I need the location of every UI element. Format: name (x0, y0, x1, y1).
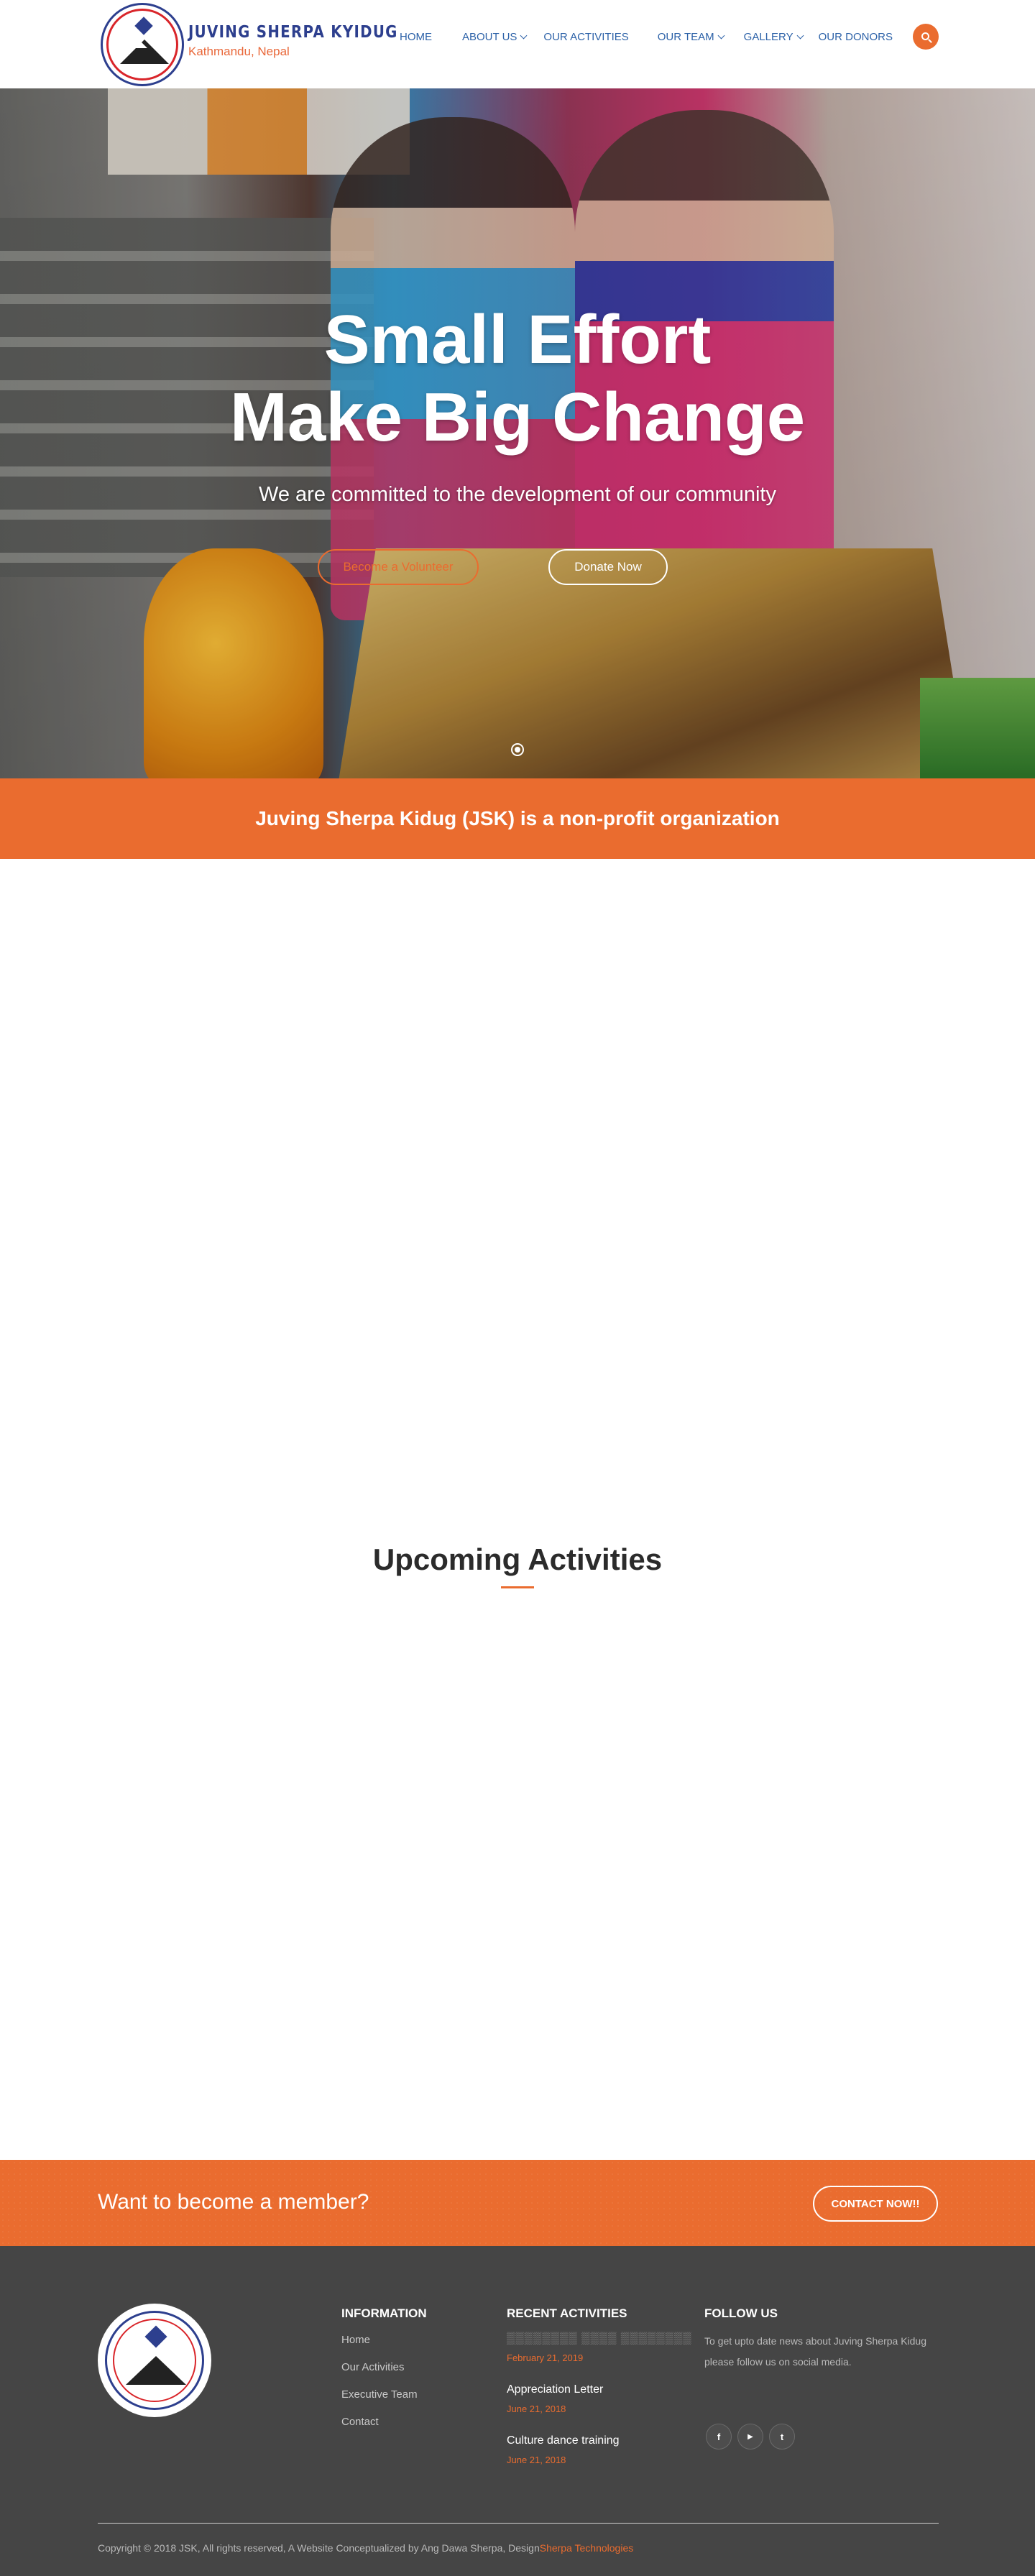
facebook-icon[interactable]: f (706, 2424, 732, 2450)
recent-activities-list: ▒▒▒▒▒▒▒▒ ▒▒▒▒ ▒▒▒▒▒▒▒▒ February 21, 2019… (507, 2331, 692, 2484)
become-volunteer-button[interactable]: Become a Volunteer (318, 549, 479, 585)
footer-divider (98, 2523, 939, 2524)
hero-subtitle: We are committed to the development of o… (259, 483, 776, 506)
brand-name[interactable]: JUVING SHERPA KYIDUG (188, 23, 398, 42)
copyright-label: Copyright © 2018 JSK, All rights reserve… (98, 2542, 540, 2554)
footer-logo[interactable] (98, 2304, 211, 2417)
mountain-icon (126, 2356, 186, 2385)
recent-activity-date: June 21, 2018 (507, 2404, 566, 2414)
information-heading: INFORMATION (341, 2306, 427, 2320)
recent-activity-title[interactable]: ▒▒▒▒▒▒▒▒ ▒▒▒▒ ▒▒▒▒▒▒▒▒ (507, 2331, 692, 2347)
nav-label: ABOUT US (462, 30, 518, 43)
nav-item-our-donors[interactable]: OUR DONORS (819, 31, 893, 43)
nav-label: OUR DONORS (818, 30, 893, 43)
site-header: JUVING SHERPA KYIDUG Kathmandu, Nepal HO… (0, 0, 1035, 88)
recent-activities-heading: RECENT ACTIVITIES (507, 2306, 627, 2320)
member-cta-text: Want to become a member? (98, 2190, 369, 2214)
snow-cap (130, 40, 147, 48)
donate-now-button[interactable]: Donate Now (548, 549, 668, 585)
social-links: f ▶ t (706, 2424, 795, 2450)
nav-label: OUR ACTIVITIES (543, 30, 629, 43)
follow-us-heading: FOLLOW US (704, 2306, 778, 2320)
title-underline (501, 1586, 534, 1588)
chevron-down-icon (796, 32, 804, 39)
list-item[interactable]: Appreciation Letter June 21, 2018 (507, 2382, 692, 2433)
slider-dot-active[interactable] (511, 743, 524, 756)
endless-knot-icon (134, 17, 153, 35)
nav-item-our-team[interactable]: OUR TEAM (657, 30, 725, 43)
recent-activity-date: June 21, 2018 (507, 2455, 566, 2465)
nav-item-home[interactable]: HOME (400, 31, 432, 43)
list-item[interactable]: Culture dance training June 21, 2018 (507, 2433, 692, 2484)
nav-label: OUR TEAM (657, 30, 714, 43)
nav-item-about-us[interactable]: ABOUT US (462, 30, 528, 43)
chevron-down-icon (717, 32, 725, 39)
list-item[interactable]: ▒▒▒▒▒▒▒▒ ▒▒▒▒ ▒▒▒▒▒▒▒▒ February 21, 2019 (507, 2331, 692, 2382)
footer-link-contact[interactable]: Contact (341, 2415, 418, 2442)
upcoming-activities-title: Upcoming Activities (372, 1542, 663, 1576)
nav-label: GALLERY (743, 30, 794, 43)
mission-strip: Juving Sherpa Kidug (JSK) is a non-profi… (0, 778, 1035, 859)
nav-item-gallery[interactable]: GALLERY (743, 30, 804, 43)
hero-title-line-1: Small Effort (323, 301, 712, 378)
recent-activity-title[interactable]: Appreciation Letter (507, 2382, 692, 2398)
slider-pagination (0, 743, 1035, 756)
logo[interactable] (101, 3, 184, 86)
member-cta-banner: Want to become a member? CONTACT NOW!! (0, 2160, 1035, 2246)
search-icon (921, 32, 929, 40)
information-links: Home Our Activities Executive Team Conta… (341, 2333, 418, 2442)
brand-location: Kathmandu, Nepal (188, 45, 290, 58)
footer-link-home[interactable]: Home (341, 2333, 418, 2360)
nav-label: HOME (400, 30, 432, 43)
footer-link-executive-team[interactable]: Executive Team (341, 2388, 418, 2415)
nav-item-our-activities[interactable]: OUR ACTIVITIES (543, 31, 628, 43)
logo-emblem (106, 9, 178, 80)
contact-now-button[interactable]: CONTACT NOW!! (813, 2186, 938, 2222)
recent-activity-date: February 21, 2019 (507, 2352, 584, 2363)
designer-link[interactable]: Sherpa Technologies (540, 2542, 634, 2554)
youtube-icon[interactable]: ▶ (737, 2424, 763, 2450)
copyright-text: Copyright © 2018 JSK, All rights reserve… (98, 2542, 633, 2554)
twitter-icon[interactable]: t (769, 2424, 795, 2450)
hero-title: Small Effort Make Big Change (0, 301, 1035, 456)
mission-text: Juving Sherpa Kidug (JSK) is a non-profi… (255, 807, 780, 829)
recent-activity-title[interactable]: Culture dance training (507, 2433, 692, 2449)
follow-us-text: To get upto date news about Juving Sherp… (704, 2335, 926, 2368)
footer-logo-emblem (105, 2311, 204, 2410)
hero-slider: Small Effort Make Big Change We are comm… (0, 88, 1035, 778)
footer-link-our-activities[interactable]: Our Activities (341, 2360, 418, 2388)
hero-title-line-2: Make Big Change (229, 379, 806, 456)
main-nav: HOME ABOUT US OUR ACTIVITIES OUR TEAM GA… (400, 27, 893, 46)
chevron-down-icon (520, 32, 528, 39)
site-footer: INFORMATION Home Our Activities Executiv… (0, 2246, 1035, 2576)
search-button[interactable] (913, 24, 939, 50)
